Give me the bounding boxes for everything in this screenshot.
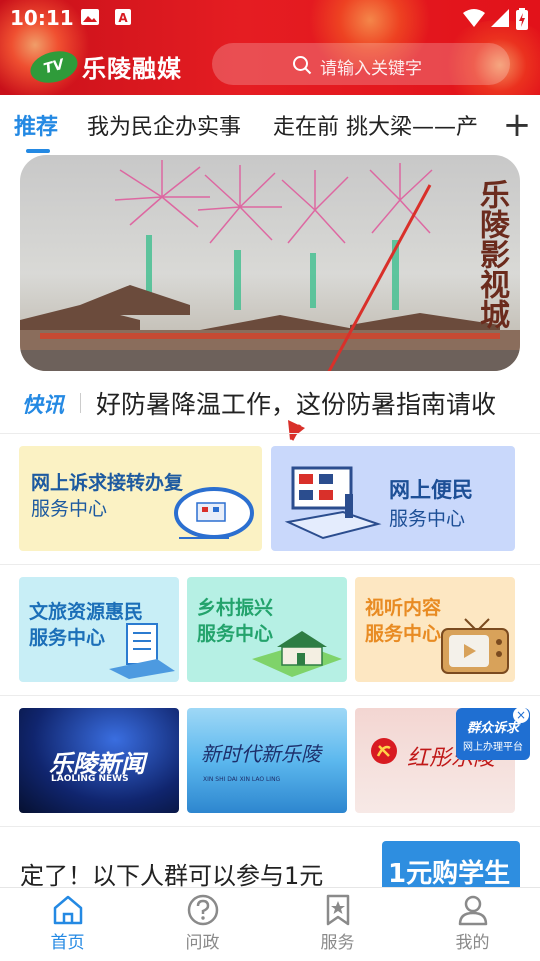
nav-service[interactable]: 服务 — [270, 888, 405, 961]
nav-mine[interactable]: 我的 — [405, 888, 540, 961]
close-icon[interactable]: × — [513, 707, 529, 723]
search-placeholder: 请输入关键字 — [320, 59, 422, 79]
add-channel-button[interactable]: + — [494, 104, 540, 150]
news-thumbnail: 1元购学生 — [382, 841, 520, 887]
channel-tabs: 推荐 我为民企办实事 走在前 挑大梁——产 + — [0, 95, 540, 155]
tv-icon — [441, 618, 509, 674]
divider — [0, 826, 540, 827]
nav-inquiry[interactable]: 问政 — [135, 888, 270, 961]
image-notification-icon — [81, 9, 99, 25]
active-tab-indicator — [26, 149, 50, 153]
app-notification-icon: A — [115, 9, 131, 25]
signal-icon — [491, 9, 509, 27]
ticker-separator — [80, 393, 81, 413]
cloud-service-icon — [174, 487, 254, 539]
ticker-tag: 快讯 — [22, 393, 64, 417]
service-card-title: 视听内容 — [365, 597, 442, 619]
service-card-subtitle: 服务中心 — [31, 498, 108, 520]
channel-card-subtitle: XIN SHI DAI XIN LAO LING — [203, 776, 281, 783]
nav-home[interactable]: 首页 — [0, 888, 135, 961]
nav-label: 我的 — [455, 933, 490, 953]
books-icon — [109, 623, 175, 679]
divider — [0, 433, 540, 434]
news-title: 定了！以下人群可以参与1元 — [20, 862, 324, 890]
service-card-title: 乡村振兴 — [197, 597, 274, 619]
ticker-text: 好防暑降温工作，这份防暑指南请收 — [96, 390, 497, 419]
divider — [0, 695, 540, 696]
user-icon — [458, 895, 488, 926]
app-logo: TV 乐陵融媒 — [26, 46, 184, 88]
channel-card-title: 新时代新乐陵 — [201, 742, 321, 766]
banner-carousel[interactable]: 乐陵影视城 — [20, 155, 520, 371]
bottom-navigation: 首页 问政 服务 我的 — [0, 887, 540, 961]
tab-forward[interactable]: 走在前 挑大梁——产 — [273, 109, 478, 141]
service-card-rural-revival[interactable]: 乡村振兴 服务中心 — [187, 577, 347, 682]
status-time: 10:11 — [10, 6, 74, 30]
service-card-subtitle: 服务中心 — [365, 623, 442, 645]
home-icon — [53, 895, 83, 925]
app-name: 乐陵融媒 — [82, 55, 182, 83]
top-header: 10:11 A TV 乐陵融媒 请输入关键字 — [0, 0, 540, 95]
service-card-culture-tourism[interactable]: 文旅资源惠民 服务中心 — [19, 577, 179, 682]
desk-service-icon — [284, 466, 382, 540]
service-card-online-appeal[interactable]: 网上诉求接转办复 服务中心 — [19, 446, 262, 551]
service-card-title: 网上诉求接转办复 — [31, 472, 184, 494]
tab-recommend[interactable]: 推荐 — [14, 109, 58, 141]
status-bar: 10:11 A — [0, 0, 540, 36]
channel-card-laoling-news[interactable]: 乐陵新闻 LAOLING NEWS — [19, 708, 179, 813]
float-badge-line2: 网上办理平台 — [463, 742, 523, 753]
channel-card-new-era[interactable]: 新时代新乐陵 XIN SHI DAI XIN LAO LING — [187, 708, 347, 813]
tab-private-enterprise[interactable]: 我为民企办实事 — [87, 109, 241, 141]
nav-label: 首页 — [50, 933, 85, 953]
bookmark-star-icon — [326, 894, 350, 926]
village-house-icon — [252, 631, 342, 677]
nav-label: 服务 — [320, 933, 355, 953]
service-card-convenience[interactable]: 网上便民 服务中心 — [271, 446, 515, 551]
service-card-audiovisual[interactable]: 视听内容 服务中心 — [355, 577, 515, 682]
service-card-title: 网上便民 — [389, 478, 473, 502]
svg-text:A: A — [118, 11, 128, 25]
divider — [0, 564, 540, 565]
tv-logo-badge: TV — [26, 46, 82, 88]
search-bar[interactable]: 请输入关键字 — [212, 43, 510, 85]
nav-label: 问政 — [185, 933, 220, 953]
party-emblem-icon — [371, 738, 397, 764]
annotation-arrow — [327, 184, 432, 371]
channel-card-subtitle: LAOLING NEWS — [51, 774, 129, 784]
service-card-subtitle: 服务中心 — [29, 627, 106, 649]
question-icon — [187, 894, 219, 926]
news-thumbnail-text: 1元购学生 — [388, 859, 511, 887]
wifi-icon — [463, 9, 485, 27]
battery-icon — [516, 8, 528, 30]
news-ticker[interactable]: 快讯 好防暑降温工作，这份防暑指南请收 — [0, 371, 540, 433]
service-card-subtitle: 服务中心 — [389, 508, 466, 530]
search-icon — [293, 56, 312, 75]
